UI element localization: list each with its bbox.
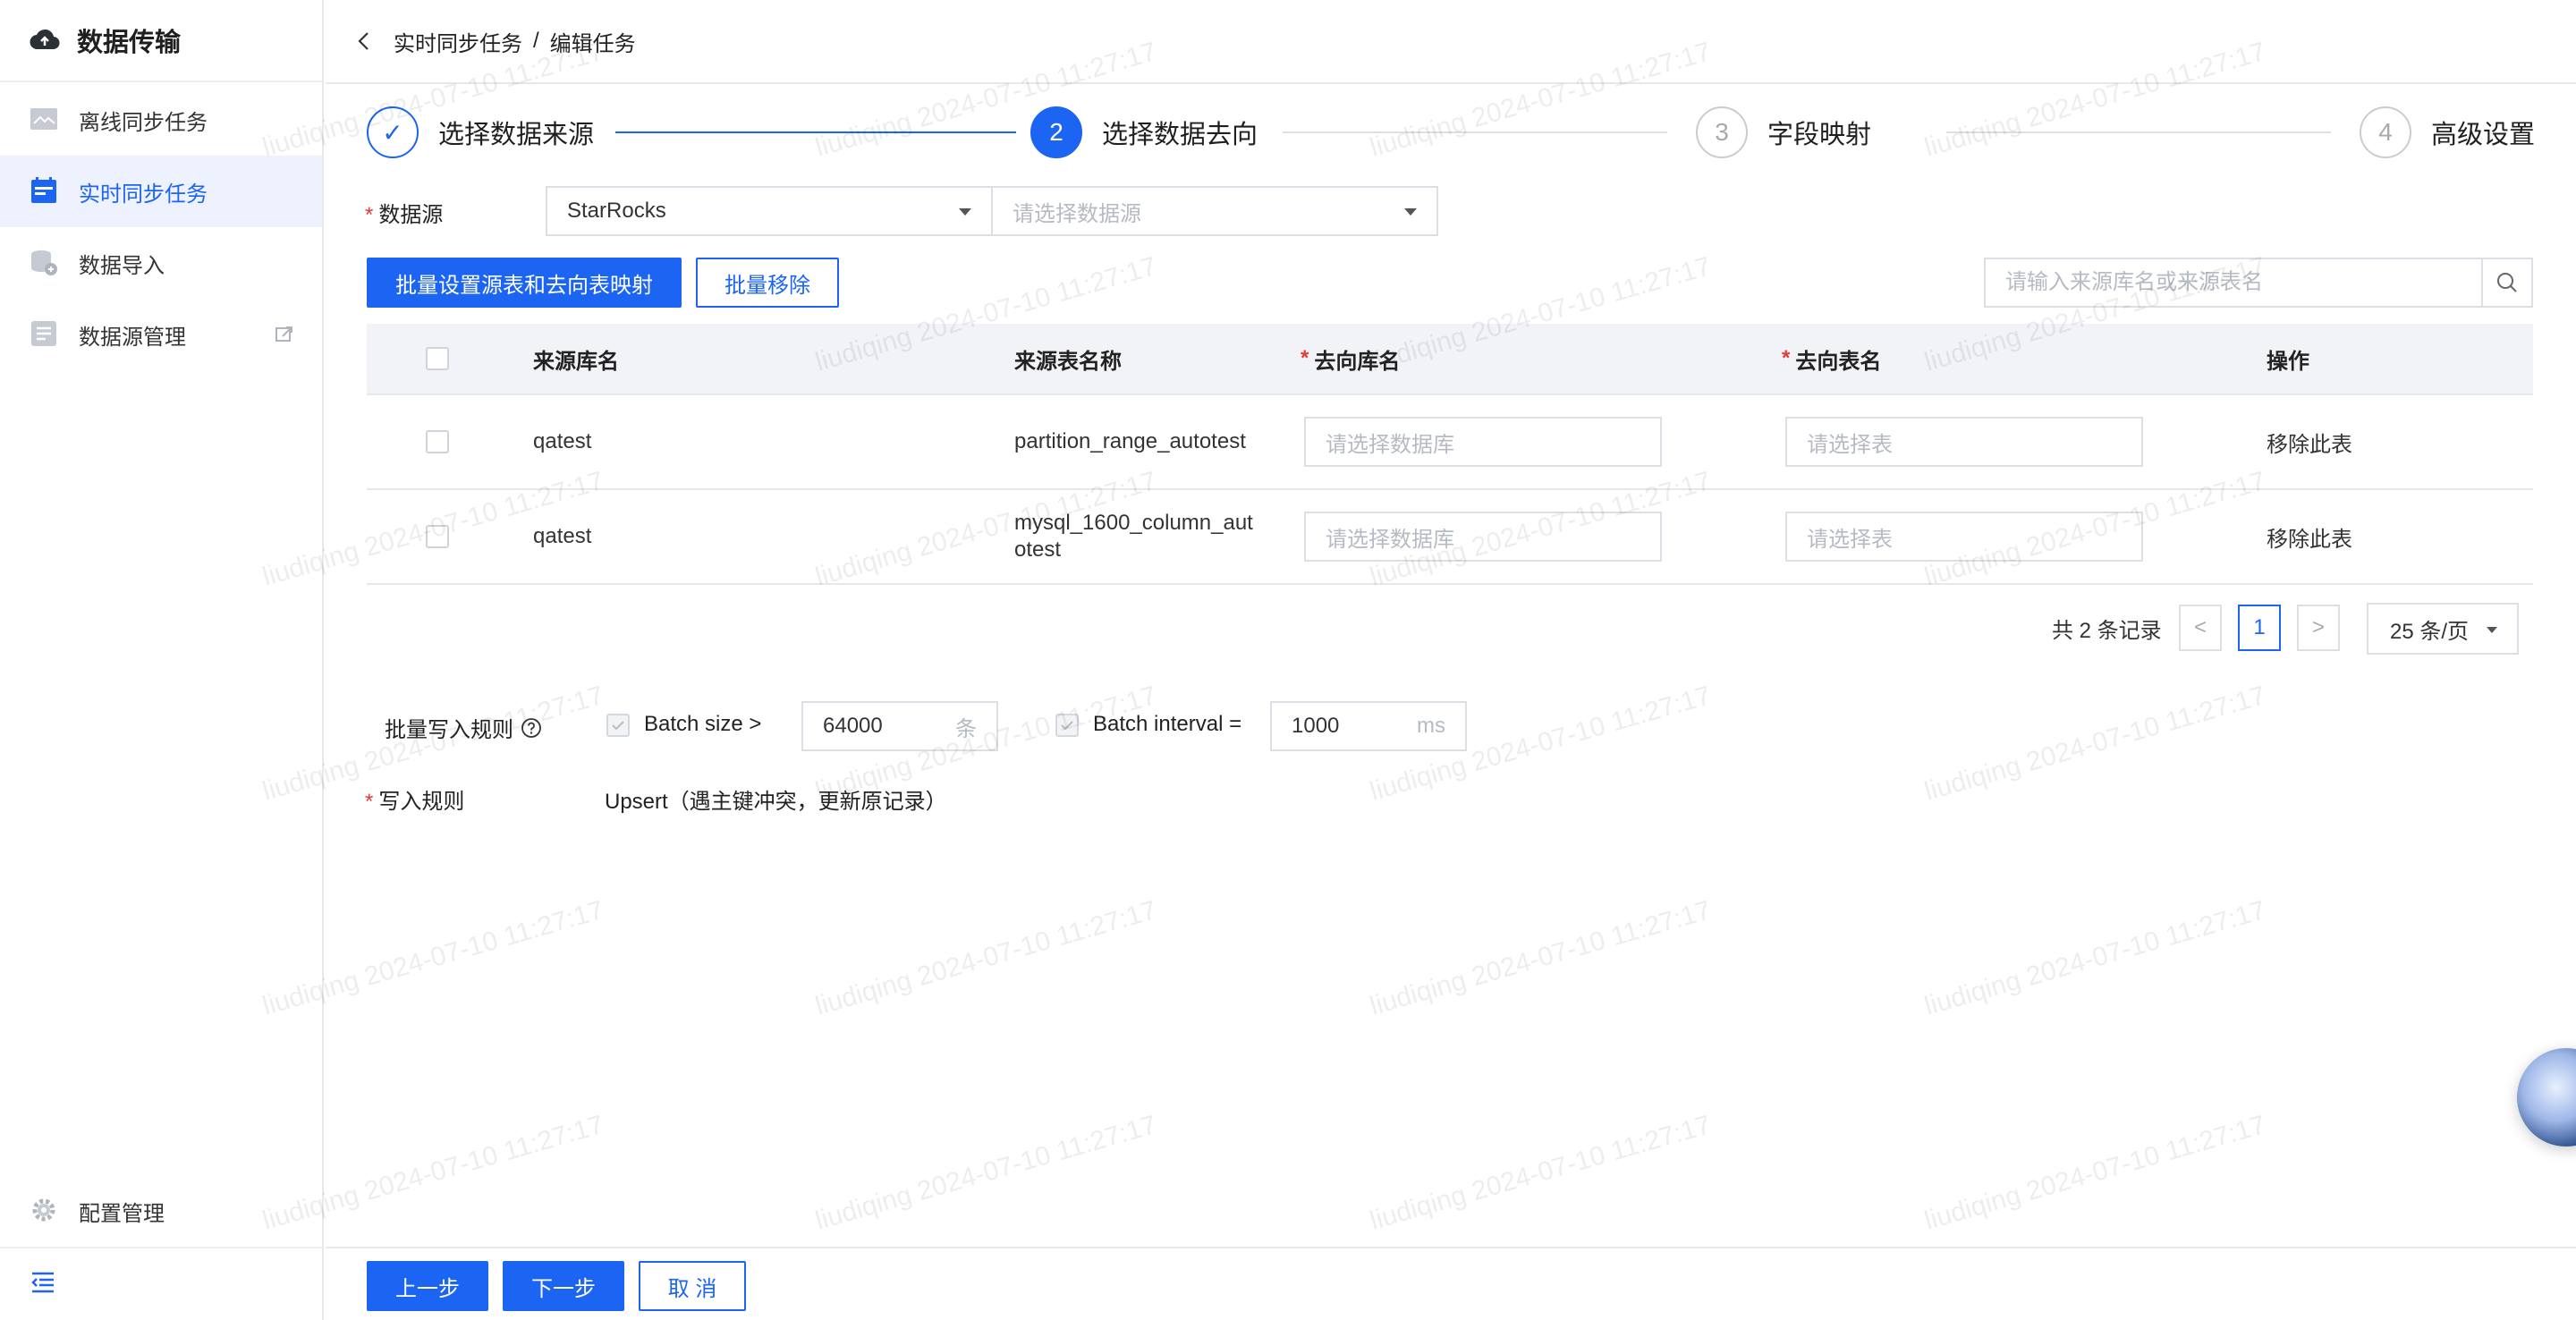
remove-table-link[interactable]: 移除此表	[2267, 395, 2352, 488]
batch-interval-label: Batch interval =	[1093, 712, 1242, 736]
batch-size-label: Batch size >	[644, 712, 762, 736]
prev-page-button[interactable]: <	[2179, 605, 2222, 651]
batch-interval-input[interactable]: 1000 ms	[1270, 701, 1467, 751]
footer-bar: 上一步 下一步 取 消	[326, 1247, 2576, 1320]
source-db-cell: qatest	[533, 429, 592, 453]
step-label: 字段映射	[1767, 121, 1872, 149]
col-ops: 操作	[2267, 349, 2309, 374]
datasource-type-select[interactable]: StarRocks	[546, 186, 993, 236]
realtime-sync-icon	[29, 175, 61, 207]
gear-icon	[29, 1195, 61, 1227]
target-table-select[interactable]: 请选择表	[1785, 512, 2143, 562]
col-target-db: * 去向库名	[1301, 346, 1401, 374]
help-icon[interactable]	[521, 717, 542, 739]
page-size-select[interactable]: 25 条/页	[2367, 603, 2519, 655]
back-arrow-icon[interactable]	[352, 30, 376, 53]
sidebar-item-label: 实时同步任务	[79, 182, 208, 207]
step-3: 3 字段映射	[1696, 106, 1871, 159]
mapping-table: 来源库名 来源表名称 * 去向库名 * 去向表名 操作 qatest partiti…	[367, 324, 2533, 585]
step-number: 4	[2360, 106, 2411, 158]
required-mark: *	[365, 203, 374, 227]
batch-remove-button[interactable]: 批量移除	[696, 258, 839, 308]
table-search	[1984, 258, 2533, 308]
next-page-button[interactable]: >	[2297, 605, 2340, 651]
source-table-cell: partition_range_autotest	[1014, 429, 1246, 453]
prev-step-button[interactable]: 上一步	[367, 1261, 488, 1311]
required-mark: *	[365, 790, 374, 814]
caret-down-icon	[959, 208, 971, 216]
main-content: 实时同步任务 / 编辑任务 ✓ 选择数据来源 2 选择数据去向 3 字段映射 4…	[326, 0, 2576, 1320]
batch-mapping-button[interactable]: 批量设置源表和去向表映射	[367, 258, 682, 308]
cancel-button[interactable]: 取 消	[639, 1261, 746, 1311]
sidebar-item-label: 数据导入	[79, 253, 165, 278]
batch-interval-checkbox[interactable]	[1055, 714, 1079, 737]
step-connector	[1946, 131, 2331, 133]
row-checkbox[interactable]	[426, 430, 449, 453]
write-rule-value: Upsert（遇主键冲突，更新原记录）	[605, 790, 947, 814]
check-icon: ✓	[367, 106, 419, 158]
external-link-icon[interactable]	[274, 324, 295, 345]
breadcrumb-parent[interactable]: 实时同步任务	[394, 26, 522, 57]
app-title: 数据传输	[77, 29, 182, 57]
batch-size-input[interactable]: 64000 条	[801, 701, 998, 751]
breadcrumb: 实时同步任务 / 编辑任务	[326, 0, 2576, 84]
target-db-select[interactable]: 请选择数据库	[1304, 512, 1662, 562]
batch-size-checkbox[interactable]	[606, 714, 630, 737]
col-source-db: 来源库名	[533, 349, 619, 374]
sidebar-item-data-import[interactable]: 数据导入	[0, 227, 322, 299]
cloud-upload-icon	[29, 24, 61, 56]
step-number: 3	[1696, 106, 1748, 158]
write-rule-label: * 写入规则	[365, 790, 465, 814]
step-4: 4 高级设置	[2360, 106, 2535, 159]
datasource-manage-icon	[29, 318, 61, 351]
sidebar-item-offline-sync[interactable]: 离线同步任务	[0, 84, 322, 156]
col-source-table: 来源表名称	[1014, 349, 1122, 374]
col-target-table: * 去向表名	[1782, 346, 1882, 374]
search-input[interactable]	[1986, 259, 2481, 306]
offline-sync-icon	[29, 104, 61, 136]
step-label: 高级设置	[2431, 121, 2536, 149]
step-connector	[615, 131, 1016, 133]
page-number[interactable]: 1	[2238, 605, 2281, 651]
target-table-select[interactable]: 请选择表	[1785, 417, 2143, 467]
sidebar-item-label: 离线同步任务	[79, 110, 208, 135]
menu-fold-icon	[29, 1268, 57, 1301]
table-row: qatest mysql_1600_column_autotest 请选择数据库…	[367, 490, 2533, 585]
total-records: 共 2 条记录	[2052, 618, 2162, 643]
sidebar-item-datasource-manage[interactable]: 数据源管理	[0, 299, 322, 370]
caret-down-icon	[2487, 627, 2497, 633]
step-progress: ✓ 选择数据来源 2 选择数据去向 3 字段映射 4 高级设置	[367, 106, 2535, 159]
sidebar-item-config[interactable]: 配置管理	[0, 1175, 322, 1247]
datasource-label: * 数据源	[365, 203, 444, 227]
remove-table-link[interactable]: 移除此表	[2267, 490, 2352, 583]
sidebar-item-realtime-sync[interactable]: 实时同步任务	[0, 156, 322, 227]
step-number: 2	[1030, 106, 1082, 158]
search-icon[interactable]	[2481, 259, 2531, 306]
table-header: 来源库名 来源表名称 * 去向库名 * 去向表名 操作	[367, 324, 2533, 395]
sidebar: 数据传输 离线同步任务 实时同步任务 数据导入 数据源管理 配置管理	[0, 0, 324, 1320]
app-header: 数据传输	[0, 0, 322, 82]
step-label: 选择数据去向	[1102, 121, 1258, 149]
row-checkbox[interactable]	[426, 525, 449, 548]
step-connector	[1283, 131, 1667, 133]
caret-down-icon	[1404, 208, 1417, 216]
sidebar-item-label: 配置管理	[79, 1201, 165, 1226]
step-2: 2 选择数据去向	[1030, 106, 1258, 159]
select-all-checkbox[interactable]	[426, 347, 449, 370]
target-db-select[interactable]: 请选择数据库	[1304, 417, 1662, 467]
step-1: ✓ 选择数据来源	[367, 106, 594, 159]
breadcrumb-current: 编辑任务	[549, 31, 636, 56]
table-row: qatest partition_range_autotest 请选择数据库 请…	[367, 395, 2533, 490]
source-db-cell: qatest	[533, 524, 592, 548]
step-label: 选择数据来源	[438, 121, 595, 149]
datasource-select[interactable]: 请选择数据源	[991, 186, 1438, 236]
breadcrumb-separator: /	[533, 29, 539, 53]
source-table-cell: mysql_1600_column_autotest	[1014, 511, 1253, 562]
data-import-icon	[29, 247, 61, 279]
sidebar-item-label: 数据源管理	[79, 325, 186, 350]
next-step-button[interactable]: 下一步	[503, 1261, 624, 1311]
batch-rule-label: 批量写入规则	[385, 712, 542, 743]
collapse-sidebar-button[interactable]	[0, 1247, 322, 1320]
